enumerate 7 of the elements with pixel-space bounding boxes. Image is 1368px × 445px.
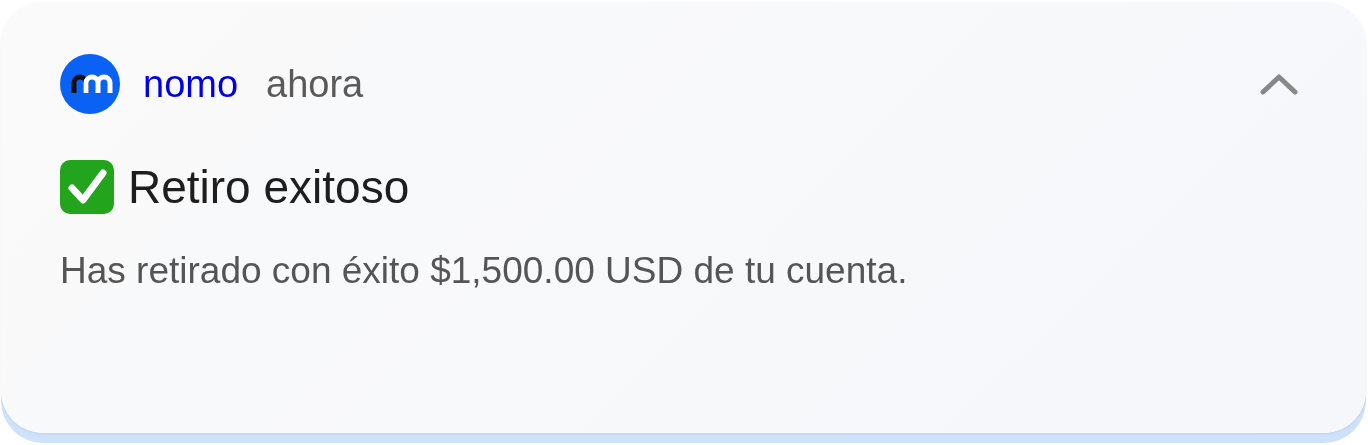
checkmark-icon <box>60 160 114 214</box>
notification-message: Has retirado con éxito $1,500.00 USD de tu cuenta. <box>60 250 909 292</box>
collapse-chevron-icon[interactable] <box>1260 73 1298 95</box>
app-logo-icon <box>60 54 120 114</box>
timestamp: ahora <box>266 62 364 106</box>
notification-title: Retiro exitoso <box>128 160 410 214</box>
app-name: nomo <box>143 62 239 106</box>
